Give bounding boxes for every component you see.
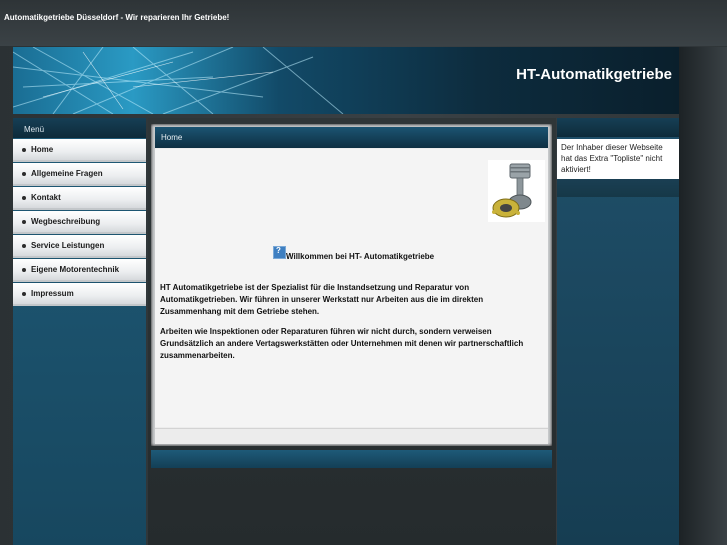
menu-item-service-leistungen[interactable]: Service Leistungen <box>13 235 146 258</box>
menu-item-label: Impressum <box>31 289 74 298</box>
menu-item-eigene-motorentechnik[interactable]: Eigene Motorentechnik <box>13 259 146 282</box>
welcome-text: Willkommen bei HT- Automatikgetriebe <box>286 252 435 261</box>
services-paragraph: Arbeiten wie Inspektionen oder Reparatur… <box>160 326 540 362</box>
paragraph-line: Zusammenhang mit dem Getriebe stehen. <box>160 307 320 316</box>
content-heading-bar: Home <box>155 127 548 148</box>
menu-item-allgemeine-fragen[interactable]: Allgemeine Fragen <box>13 163 146 186</box>
topliste-notice-text: Der Inhaber dieser Webseite hat das Extr… <box>561 143 663 174</box>
topliste-notice: Der Inhaber dieser Webseite hat das Extr… <box>557 139 679 179</box>
right-sidebar-bar <box>557 179 679 197</box>
menu-item-kontakt[interactable]: Kontakt <box>13 187 146 210</box>
right-shadow <box>679 47 727 545</box>
content-sub-bar <box>151 450 552 468</box>
paragraph-line: Automatikgetrieben. Wir führen in unsere… <box>160 295 484 304</box>
content-footer <box>155 428 548 444</box>
paragraph-line: HT Automatikgetriebe ist der Spezialist … <box>160 283 470 292</box>
menu-item-impressum[interactable]: Impressum <box>13 283 146 306</box>
bullet-icon <box>22 292 26 296</box>
piston-image <box>492 163 532 218</box>
bullet-icon <box>22 220 26 224</box>
menu-heading: Menü <box>13 118 146 138</box>
intro-paragraph: HT Automatikgetriebe ist der Spezialist … <box>160 282 540 318</box>
menu-item-label: Eigene Motorentechnik <box>31 265 120 274</box>
paragraph-line: Grundsätzlich an andere Vertagswerkstätt… <box>160 339 524 348</box>
menu-item-label: Kontakt <box>31 193 61 202</box>
right-sidebar-heading <box>557 118 679 137</box>
header-banner: HT-Automatikgetriebe <box>13 47 679 114</box>
site-title: Automatikgetriebe Düsseldorf - Wir repar… <box>4 13 230 22</box>
menu-item-label: Wegbeschreibung <box>31 217 101 226</box>
menu-item-label: Home <box>31 145 54 154</box>
bullet-icon <box>22 196 26 200</box>
paragraph-line: zusammenarbeiten. <box>160 351 235 360</box>
banner-title: HT-Automatikgetriebe <box>516 66 672 83</box>
broken-image-icon: ? <box>273 246 286 259</box>
bullet-icon <box>22 268 26 272</box>
menu-item-home[interactable]: Home <box>13 139 146 162</box>
paragraph-line: Arbeiten wie Inspektionen oder Reparatur… <box>160 327 492 336</box>
menu-item-label: Allgemeine Fragen <box>31 169 103 178</box>
bullet-icon <box>22 148 26 152</box>
menu-heading-label: Menü <box>24 125 45 134</box>
piston-photo <box>488 160 545 222</box>
content-heading: Home <box>161 133 183 142</box>
menu-item-label: Service Leistungen <box>31 241 105 250</box>
bullet-icon <box>22 172 26 176</box>
top-bar: Automatikgetriebe Düsseldorf - Wir repar… <box>0 0 727 46</box>
bullet-icon <box>22 244 26 248</box>
menu-item-wegbeschreibung[interactable]: Wegbeschreibung <box>13 211 146 234</box>
